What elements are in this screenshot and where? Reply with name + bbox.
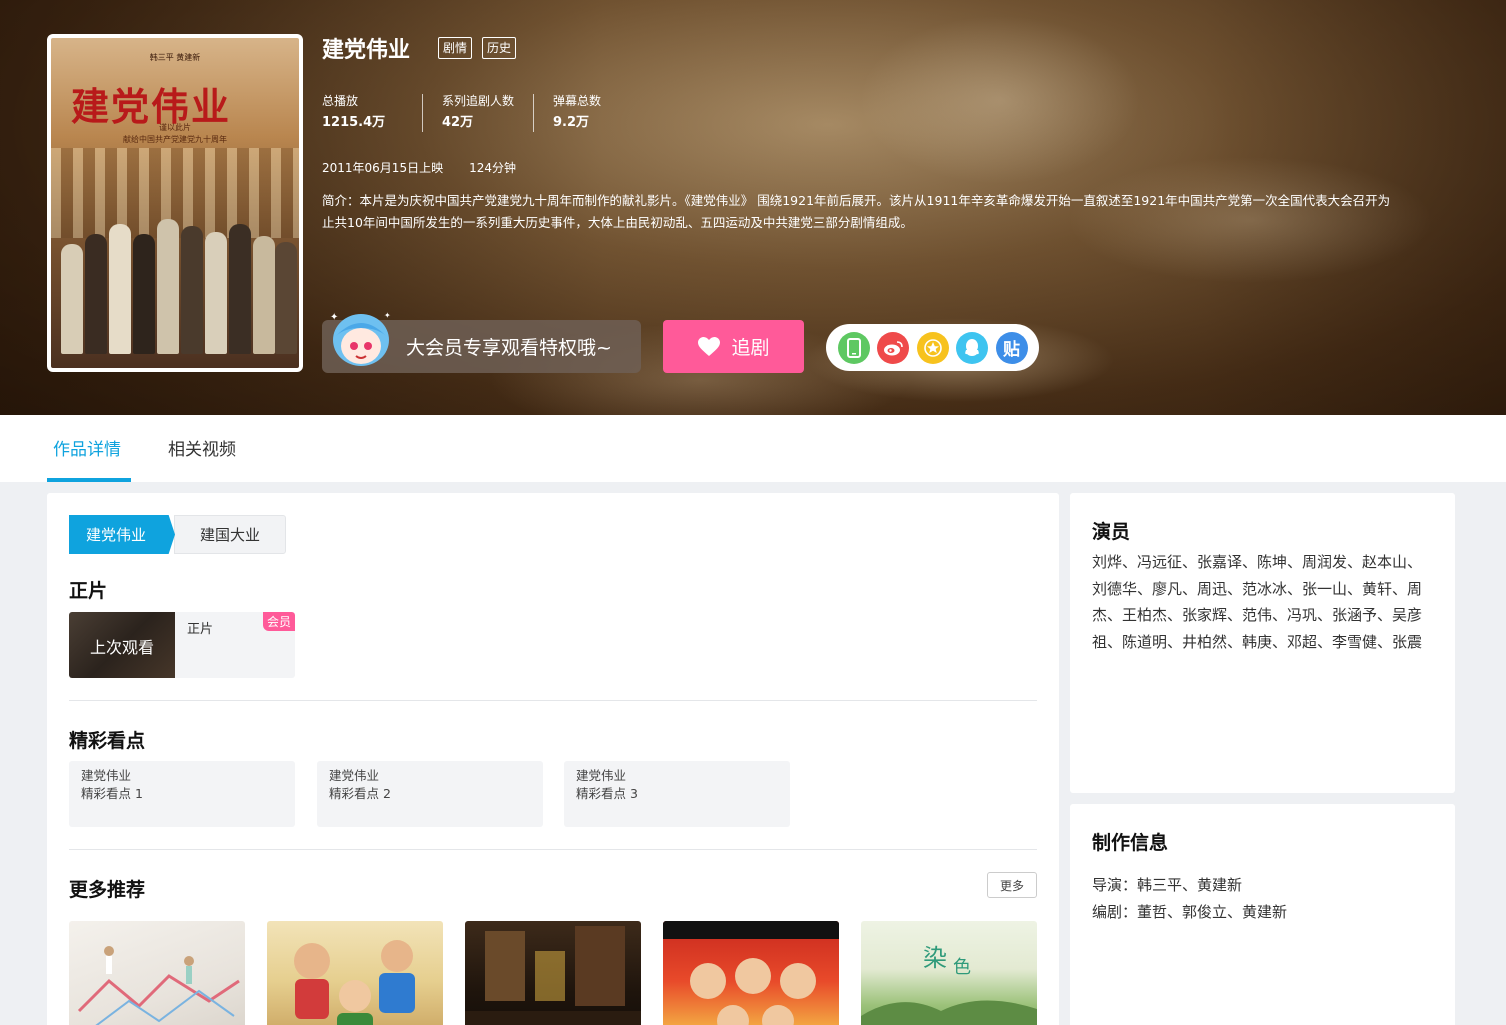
cast-panel: 演员 刘烨、冯远征、张嘉译、陈坤、周润发、赵本山、刘德华、廖凡、周迅、范冰冰、张…	[1070, 493, 1455, 793]
svg-text:✦: ✦	[384, 311, 391, 320]
qzone-icon[interactable]	[916, 331, 949, 364]
phone-icon[interactable]	[837, 331, 870, 364]
section-title-feature: 正片	[69, 580, 108, 602]
follow-button[interactable]: 追剧	[663, 320, 804, 373]
follow-label: 追剧	[731, 337, 770, 359]
recommendation-card[interactable]	[663, 921, 839, 1025]
last-watched-label: 上次观看	[89, 638, 154, 657]
highlight-card[interactable]: 建党伟业 精彩看点 2	[317, 761, 543, 827]
tab-details[interactable]: 作品详情	[53, 435, 121, 460]
cast-list: 刘烨、冯远征、张嘉译、陈坤、周润发、赵本山、刘德华、廖凡、周迅、范冰冰、张一山、…	[1092, 553, 1423, 651]
vip-banner[interactable]: ✦ ✦ 大会员专享观看特权哦~	[322, 311, 641, 373]
share-bar: 贴	[826, 324, 1039, 371]
tab-bar: 作品详情 相关视频	[0, 415, 1506, 482]
divider	[69, 700, 1037, 701]
crew-list: 导演：韩三平、黄建新 编剧：董哲、郭俊立、黄建新	[1092, 872, 1287, 926]
synopsis: 简介：本片是为庆祝中国共产党建党九十周年而制作的献礼影片。《建党伟业》 围绕19…	[322, 193, 1391, 230]
writer-line: 编剧：董哲、郭俊立、黄建新	[1092, 903, 1288, 921]
episode-name: 正片	[187, 622, 214, 637]
poster-credits: 韩三平 黄建新	[149, 53, 201, 62]
episode-card[interactable]: 上次观看 正片 会员	[69, 612, 295, 678]
mascot-icon: ✦ ✦	[330, 311, 391, 366]
active-tab-indicator	[47, 478, 131, 482]
cast-title: 演员	[1092, 521, 1131, 543]
svg-text:染: 染	[923, 944, 947, 972]
series-tab-other[interactable]: 建国大业	[174, 515, 286, 554]
section-title-highlights: 精彩看点	[69, 730, 146, 752]
duration: 124分钟	[469, 161, 516, 175]
episode-thumbnail: 上次观看	[69, 612, 175, 678]
release-info: 2011年06月15日上映 124分钟	[322, 158, 516, 178]
svg-text:色: 色	[953, 957, 971, 978]
vip-badge: 会员	[262, 612, 295, 631]
release-date: 2011年06月15日上映	[322, 161, 444, 175]
svg-text:✦: ✦	[330, 312, 338, 323]
qq-icon[interactable]	[956, 331, 988, 364]
stat-danmaku: 弹幕总数 9.2万	[553, 94, 602, 130]
stat-followers: 系列追剧人数 42万	[442, 94, 515, 130]
poster-figures	[61, 214, 297, 354]
recommendation-card[interactable]	[267, 921, 443, 1025]
divider	[69, 849, 1037, 850]
main-panel: 建党伟业 建国大业 正片 上次观看 正片 会员 精彩看点 建党伟业 精彩看点 1…	[47, 493, 1059, 1025]
poster-image: 韩三平 黄建新 建党伟业 谨以此片 献给中国共产党建党九十周年	[47, 34, 303, 372]
production-title: 制作信息	[1092, 832, 1169, 854]
recommendation-card[interactable]	[465, 921, 641, 1025]
series-switcher: 建党伟业 建国大业	[69, 515, 286, 554]
production-panel: 制作信息 导演：韩三平、黄建新 编剧：董哲、郭俊立、黄建新	[1070, 804, 1455, 1025]
genre-tag[interactable]: 历史	[482, 37, 517, 59]
highlight-card[interactable]: 建党伟业 精彩看点 1	[69, 761, 295, 827]
more-button[interactable]: 更多	[987, 872, 1037, 898]
weibo-icon[interactable]	[877, 331, 909, 364]
heart-icon	[698, 336, 721, 356]
stat-plays: 总播放 1215.4万	[322, 94, 386, 130]
recommendation-card[interactable]: 染 色	[861, 921, 1037, 1025]
genre-tag[interactable]: 剧情	[438, 37, 473, 59]
page-title: 建党伟业	[322, 38, 411, 63]
stats-row: 总播放 1215.4万 系列追剧人数 42万 弹幕总数 9.2万	[322, 92, 601, 136]
tieba-icon[interactable]: 贴	[995, 331, 1028, 364]
director-line: 导演：韩三平、黄建新	[1092, 876, 1243, 894]
section-title-more: 更多推荐	[69, 879, 146, 901]
series-tab-current[interactable]: 建党伟业	[69, 515, 175, 554]
poster-subtitle: 谨以此片 献给中国共产党建党九十周年	[123, 123, 227, 144]
recommendation-card[interactable]	[69, 921, 245, 1025]
tab-related-videos[interactable]: 相关视频	[168, 435, 236, 460]
vip-text: 大会员专享观看特权哦~	[406, 337, 612, 359]
highlight-card[interactable]: 建党伟业 精彩看点 3	[564, 761, 790, 827]
hero-banner: 韩三平 黄建新 建党伟业 谨以此片 献给中国共产党建党九十周年 建党伟业 剧情 …	[0, 0, 1506, 415]
